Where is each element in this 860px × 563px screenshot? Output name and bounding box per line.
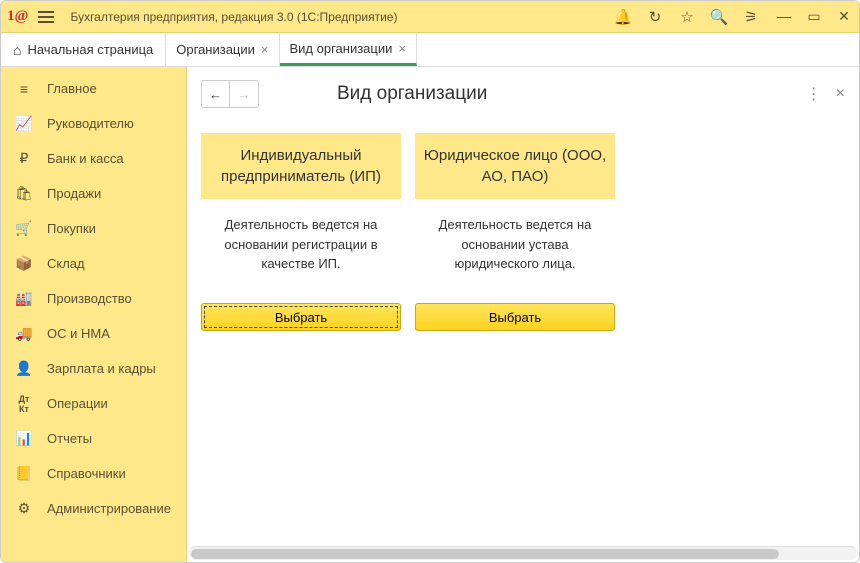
option-card-heading: Индивидуальный предприниматель (ИП) bbox=[201, 133, 401, 199]
vendor-logo: 1@ bbox=[7, 8, 28, 25]
filter-icon[interactable]: ⚞ bbox=[741, 8, 761, 26]
forward-button[interactable]: → bbox=[230, 81, 258, 107]
bag-icon: 🛍 bbox=[15, 185, 33, 202]
person-icon: 👤 bbox=[15, 360, 33, 377]
sidebar-item-label: Администрирование bbox=[47, 501, 171, 516]
option-legal-entity: Юридическое лицо (ООО, АО, ПАО) Деятельн… bbox=[415, 133, 615, 536]
sidebar-item-catalogs[interactable]: 📒 Справочники bbox=[1, 456, 186, 491]
tab-organizations[interactable]: Организации × bbox=[166, 33, 279, 66]
cart-icon: 🛒 bbox=[15, 220, 33, 237]
close-icon[interactable]: × bbox=[261, 42, 269, 57]
option-card-heading: Юридическое лицо (ООО, АО, ПАО) bbox=[415, 133, 615, 199]
sidebar-item-manager[interactable]: 📈 Руководителю bbox=[1, 106, 186, 141]
nav-arrows: ← → bbox=[201, 80, 259, 108]
sidebar: ≡ Главное 📈 Руководителю ₽ Банк и касса 🛍 Пр… bbox=[1, 67, 187, 562]
content-header: ← → Вид организации ⋮ × bbox=[187, 67, 859, 113]
app-window: 1@ Бухгалтерия предприятия, редакция 3.0… bbox=[0, 0, 860, 563]
sidebar-item-label: Операции bbox=[47, 396, 108, 411]
history-icon[interactable]: ↻ bbox=[645, 8, 665, 26]
sidebar-item-label: Зарплата и кадры bbox=[47, 361, 156, 376]
chart-icon: 📈 bbox=[15, 115, 33, 132]
sidebar-item-hr[interactable]: 👤 Зарплата и кадры bbox=[1, 351, 186, 386]
titlebar: 1@ Бухгалтерия предприятия, редакция 3.0… bbox=[1, 1, 859, 33]
tab-label: Вид организации bbox=[290, 41, 393, 56]
sidebar-item-operations[interactable]: ДтКт Операции bbox=[1, 386, 186, 421]
scroll-thumb[interactable] bbox=[191, 549, 779, 559]
box-icon: 📦 bbox=[15, 255, 33, 272]
search-icon[interactable]: 🔍 bbox=[709, 8, 729, 26]
page-title: Вид организации bbox=[337, 83, 487, 105]
horizontal-scrollbar[interactable] bbox=[189, 546, 857, 560]
window-buttons: — ▭ ✕ bbox=[775, 8, 853, 25]
option-description: Деятельность ведется на основании устава… bbox=[415, 215, 615, 287]
sidebar-item-label: Склад bbox=[47, 256, 85, 271]
barchart-icon: 📊 bbox=[15, 430, 33, 447]
select-legal-button[interactable]: Выбрать bbox=[415, 303, 615, 331]
sidebar-item-bank[interactable]: ₽ Банк и касса bbox=[1, 141, 186, 176]
tab-org-type[interactable]: Вид организации × bbox=[280, 33, 417, 66]
tab-label: Организации bbox=[176, 42, 255, 57]
ruble-icon: ₽ bbox=[15, 150, 33, 167]
content-area: ← → Вид организации ⋮ × Индивидуальный п… bbox=[187, 67, 859, 562]
sidebar-item-purchases[interactable]: 🛒 Покупки bbox=[1, 211, 186, 246]
sidebar-item-label: Отчеты bbox=[47, 431, 92, 446]
content-body: Индивидуальный предприниматель (ИП) Деят… bbox=[187, 113, 859, 546]
star-icon[interactable]: ☆ bbox=[677, 8, 697, 26]
sidebar-item-label: Главное bbox=[47, 81, 97, 96]
sidebar-item-label: Продажи bbox=[47, 186, 101, 201]
option-individual: Индивидуальный предприниматель (ИП) Деят… bbox=[201, 133, 401, 536]
close-window-button[interactable]: ✕ bbox=[835, 8, 853, 25]
list-icon: ≡ bbox=[15, 81, 33, 97]
book-icon: 📒 bbox=[15, 465, 33, 482]
close-icon[interactable]: × bbox=[398, 41, 406, 56]
tab-home[interactable]: ⌂ Начальная страница bbox=[1, 33, 166, 66]
main-menu-icon[interactable] bbox=[38, 6, 60, 28]
select-individual-button[interactable]: Выбрать bbox=[201, 303, 401, 331]
option-description: Деятельность ведется на основании регист… bbox=[201, 215, 401, 287]
titlebar-actions: 🔔 ↻ ☆ 🔍 ⚞ bbox=[613, 8, 761, 26]
sidebar-item-label: Покупки bbox=[47, 221, 96, 236]
tab-home-label: Начальная страница bbox=[27, 42, 153, 57]
dtkt-icon: ДтКт bbox=[15, 394, 33, 414]
tabs-bar: ⌂ Начальная страница Организации × Вид о… bbox=[1, 33, 859, 67]
sidebar-item-label: Производство bbox=[47, 291, 132, 306]
content-header-actions: ⋮ × bbox=[806, 84, 845, 104]
minimize-button[interactable]: — bbox=[775, 8, 793, 25]
sidebar-item-reports[interactable]: 📊 Отчеты bbox=[1, 421, 186, 456]
window-title: Бухгалтерия предприятия, редакция 3.0 (1… bbox=[70, 10, 613, 24]
sidebar-item-admin[interactable]: ⚙ Администрирование bbox=[1, 491, 186, 526]
factory-icon: 🏭 bbox=[15, 290, 33, 307]
sidebar-item-production[interactable]: 🏭 Производство bbox=[1, 281, 186, 316]
sidebar-item-warehouse[interactable]: 📦 Склад bbox=[1, 246, 186, 281]
truck-icon: 🚚 bbox=[15, 325, 33, 342]
maximize-button[interactable]: ▭ bbox=[805, 8, 823, 25]
sidebar-item-label: Банк и касса bbox=[47, 151, 124, 166]
back-button[interactable]: ← bbox=[202, 81, 230, 107]
sidebar-item-label: ОС и НМА bbox=[47, 326, 110, 341]
gear-icon: ⚙ bbox=[15, 500, 33, 517]
bell-icon[interactable]: 🔔 bbox=[613, 8, 633, 26]
more-icon[interactable]: ⋮ bbox=[806, 84, 822, 104]
sidebar-item-assets[interactable]: 🚚 ОС и НМА bbox=[1, 316, 186, 351]
sidebar-item-main[interactable]: ≡ Главное bbox=[1, 71, 186, 106]
sidebar-item-label: Справочники bbox=[47, 466, 126, 481]
sidebar-item-label: Руководителю bbox=[47, 116, 134, 131]
body: ≡ Главное 📈 Руководителю ₽ Банк и касса 🛍 Пр… bbox=[1, 67, 859, 562]
close-content-button[interactable]: × bbox=[836, 85, 845, 103]
sidebar-item-sales[interactable]: 🛍 Продажи bbox=[1, 176, 186, 211]
home-icon: ⌂ bbox=[13, 42, 21, 58]
